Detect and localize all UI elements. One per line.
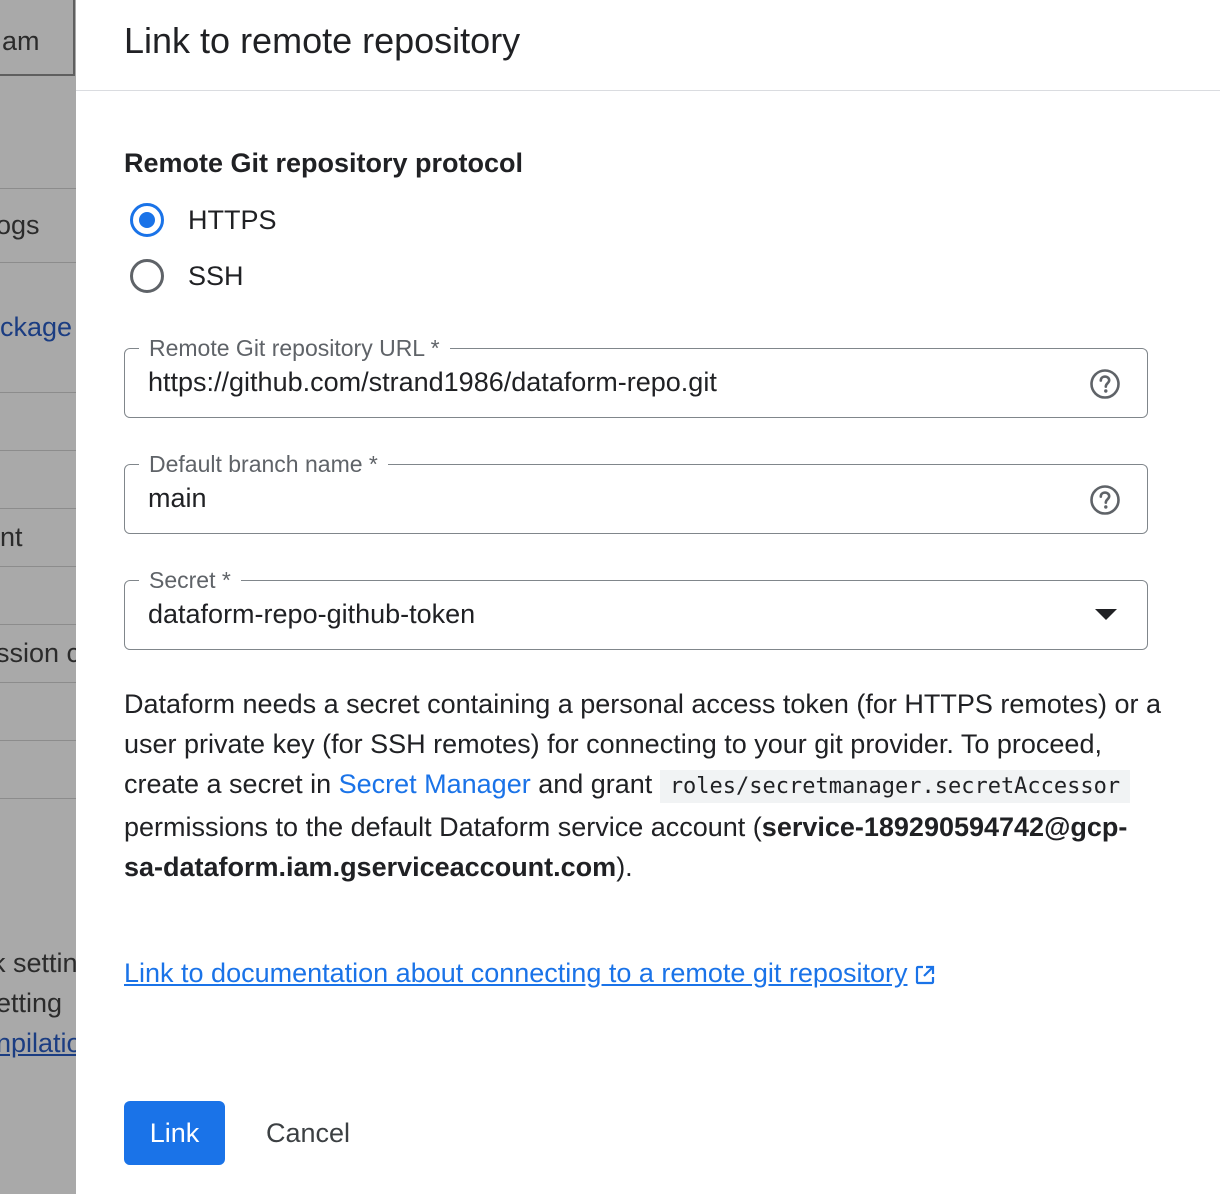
secret-select[interactable]: Secret * dataform-repo-github-token xyxy=(124,566,1148,650)
background-divider xyxy=(0,450,76,451)
link-button[interactable]: Link xyxy=(124,1101,225,1165)
documentation-link-text[interactable]: Link to documentation about connecting t… xyxy=(124,958,907,988)
default-branch-label: Default branch name * xyxy=(139,450,388,478)
secret-manager-link[interactable]: Secret Manager xyxy=(339,769,531,799)
background-text: k settin xyxy=(0,948,76,978)
background-divider xyxy=(0,798,76,799)
radio-label-https[interactable]: HTTPS xyxy=(188,205,277,236)
radio-option-ssh[interactable]: SSH xyxy=(130,254,244,298)
secret-label: Secret * xyxy=(139,566,241,594)
dropdown-arrow-icon[interactable] xyxy=(1095,609,1117,620)
background-divider xyxy=(0,392,76,393)
background-text: nt xyxy=(0,522,23,552)
default-branch-field[interactable]: Default branch name * main xyxy=(124,450,1148,534)
background-text: etting xyxy=(0,988,63,1018)
external-link-icon[interactable] xyxy=(913,963,937,987)
dialog-title: Link to remote repository xyxy=(124,20,521,61)
radio-button-ssh[interactable] xyxy=(130,259,164,293)
background-link: npilatio xyxy=(0,1028,76,1058)
background-link: ckage xyxy=(0,312,73,342)
background-text: ogs xyxy=(0,210,40,240)
protocol-label: Remote Git repository protocol xyxy=(124,148,524,178)
help-icon[interactable] xyxy=(1089,484,1121,516)
description-text: and grant xyxy=(530,769,660,799)
cancel-button[interactable]: Cancel xyxy=(242,1101,374,1165)
background-divider xyxy=(0,566,76,567)
background-divider xyxy=(0,188,76,189)
help-icon[interactable] xyxy=(1089,368,1121,400)
secret-value[interactable]: dataform-repo-github-token xyxy=(148,599,475,630)
secret-description: Dataform needs a secret containing a per… xyxy=(124,684,1164,887)
description-text: permissions to the default Dataform serv… xyxy=(124,812,762,842)
radio-option-https[interactable]: HTTPS xyxy=(130,198,277,242)
dialog-header: Link to remote repository xyxy=(76,0,1220,91)
radio-label-ssh[interactable]: SSH xyxy=(188,261,244,292)
link-remote-repository-dialog: Link to remote repository Remote Git rep… xyxy=(76,0,1220,1194)
background-text: ssion c xyxy=(0,638,76,668)
background-divider xyxy=(0,624,76,625)
radio-button-https[interactable] xyxy=(130,203,164,237)
documentation-link[interactable]: Link to documentation about connecting t… xyxy=(124,958,937,989)
repository-url-field[interactable]: Remote Git repository URL * https://gith… xyxy=(124,334,1148,418)
background-page: am ogs ckage nt ssion c k settin etting … xyxy=(0,0,76,1194)
background-divider xyxy=(0,740,76,741)
repository-url-label: Remote Git repository URL * xyxy=(139,334,450,362)
background-divider xyxy=(0,682,76,683)
background-divider xyxy=(0,262,76,263)
role-code: roles/secretmanager.secretAccessor xyxy=(659,770,1131,803)
background-text: am xyxy=(2,26,40,56)
default-branch-value[interactable]: main xyxy=(148,483,207,514)
repository-url-value[interactable]: https://github.com/strand1986/dataform-r… xyxy=(148,367,717,398)
background-divider xyxy=(0,508,76,509)
description-text: ). xyxy=(616,852,633,882)
